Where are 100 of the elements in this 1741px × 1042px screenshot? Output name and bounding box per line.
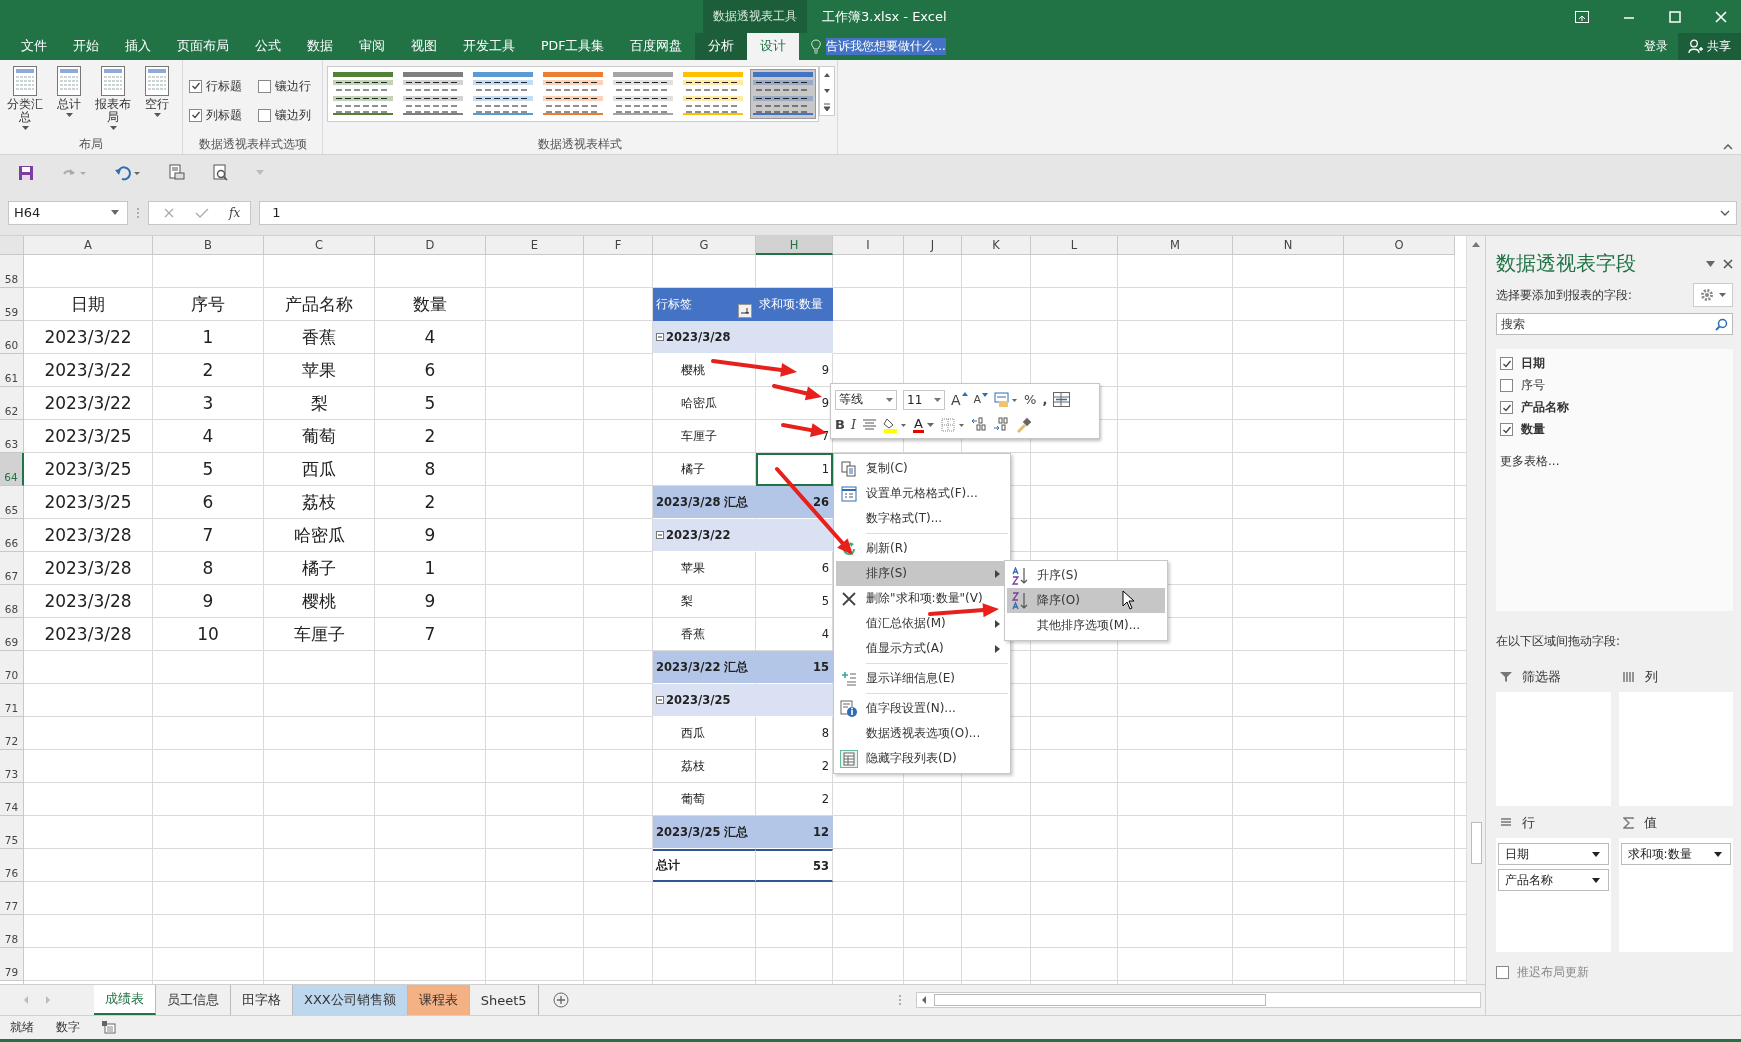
scroll-up-icon[interactable] <box>1471 240 1481 248</box>
column-header[interactable]: C <box>264 236 375 255</box>
close-icon[interactable] <box>1723 258 1733 269</box>
ribbon-button[interactable]: 报表布局 <box>92 64 134 137</box>
tools-button[interactable] <box>1693 283 1733 307</box>
undo-icon[interactable] <box>114 164 142 181</box>
option-checkbox[interactable]: 列标题 <box>189 106 250 124</box>
ribbon-tab[interactable]: 插入 <box>112 33 164 60</box>
ribbon-tab[interactable]: 视图 <box>398 33 450 60</box>
menu-item[interactable]: 刷新(R) <box>836 536 1008 561</box>
row-header[interactable]: 65 <box>0 486 24 519</box>
column-header[interactable]: E <box>486 236 584 255</box>
sheet-tab[interactable]: 课程表 <box>407 985 470 1015</box>
share-button[interactable]: 共享 <box>1678 33 1741 60</box>
row-header[interactable]: 78 <box>0 915 24 948</box>
row-header[interactable]: 66 <box>0 519 24 552</box>
filter-dropdown-icon[interactable] <box>738 304 752 318</box>
scroll-left-icon[interactable] <box>920 995 928 1005</box>
row-header[interactable]: 77 <box>0 882 24 915</box>
row-header[interactable]: 62 <box>0 387 24 420</box>
collapse-icon[interactable] <box>656 531 664 539</box>
ribbon-tab[interactable]: 数据 <box>294 33 346 60</box>
name-box[interactable]: H64 <box>8 200 128 225</box>
column-header[interactable]: H <box>756 236 833 255</box>
enter-check-icon[interactable] <box>195 206 209 219</box>
field-checkbox[interactable]: 序号 <box>1500 377 1729 394</box>
center-align-icon[interactable] <box>862 418 878 431</box>
style-swatch[interactable] <box>750 69 816 119</box>
row-header[interactable]: 71 <box>0 684 24 717</box>
ribbon-button[interactable]: 空行 <box>136 64 178 137</box>
font-size-field[interactable]: 11 <box>903 389 945 410</box>
maximize-icon[interactable] <box>1669 10 1681 23</box>
menu-item[interactable]: 降序(O) <box>1007 588 1165 613</box>
column-header[interactable]: M <box>1118 236 1233 255</box>
sheet-tab[interactable]: 成绩表 <box>94 985 156 1015</box>
menu-item[interactable]: 数字格式(T)... <box>836 506 1008 531</box>
row-header[interactable]: 59 <box>0 288 24 321</box>
increase-font-button[interactable]: A <box>951 391 968 408</box>
column-header[interactable]: O <box>1344 236 1455 255</box>
column-header[interactable]: I <box>833 236 904 255</box>
more-tables-link[interactable]: 更多表格... <box>1500 453 1729 470</box>
row-header[interactable]: 58 <box>0 255 24 288</box>
field-checkbox[interactable]: 日期 <box>1500 355 1729 372</box>
menu-item[interactable]: 删除"求和项:数量"(V) <box>836 586 1008 611</box>
menu-item[interactable]: 数据透视表选项(O)... <box>836 721 1008 746</box>
area-field-dropdown[interactable]: 产品名称 <box>1498 869 1609 891</box>
menu-item[interactable]: 设置单元格格式(F)... <box>836 481 1008 506</box>
magnifier-page-icon[interactable] <box>212 163 230 182</box>
ribbon-tab[interactable]: 文件 <box>8 33 60 60</box>
formula-input[interactable]: 1 <box>259 200 1737 225</box>
row-header[interactable]: 68 <box>0 585 24 618</box>
menu-item[interactable]: 其他排序选项(M)... <box>1007 613 1165 638</box>
ribbon-tab[interactable]: 公式 <box>242 33 294 60</box>
ribbon-tab[interactable]: 分析 <box>695 33 748 60</box>
percent-style-button[interactable]: % <box>1024 392 1037 407</box>
field-checkbox[interactable]: 产品名称 <box>1500 399 1729 416</box>
menu-item[interactable]: 升序(S) <box>1007 563 1165 588</box>
drop-area[interactable]: 日期 产品名称 <box>1496 838 1611 952</box>
menu-item[interactable]: 隐藏字段列表(D) <box>836 746 1008 771</box>
collapse-icon[interactable] <box>656 696 664 704</box>
sign-in-link[interactable]: 登录 <box>1634 33 1678 60</box>
row-header[interactable]: 72 <box>0 717 24 750</box>
ribbon-tab[interactable]: 开始 <box>60 33 112 60</box>
row-header[interactable]: 79 <box>0 948 24 981</box>
pane-options-caret-icon[interactable] <box>1706 260 1715 267</box>
row-header[interactable]: 76 <box>0 849 24 882</box>
area-field-dropdown[interactable]: 求和项:数量 <box>1620 843 1731 865</box>
column-header[interactable]: B <box>153 236 264 255</box>
decrease-decimal-icon[interactable] <box>992 417 1009 432</box>
row-header[interactable]: 64 <box>0 453 24 486</box>
option-checkbox[interactable]: 行标题 <box>189 77 250 95</box>
ribbon-tab[interactable]: 开发工具 <box>450 33 528 60</box>
search-field[interactable]: 搜索 <box>1496 313 1733 335</box>
row-header[interactable]: 67 <box>0 552 24 585</box>
column-header[interactable]: F <box>584 236 653 255</box>
save-icon[interactable] <box>18 164 34 181</box>
row-header[interactable]: 75 <box>0 816 24 849</box>
drop-area[interactable]: 求和项:数量 <box>1618 838 1733 952</box>
row-header[interactable]: 60 <box>0 321 24 354</box>
decrease-font-button[interactable]: A <box>973 393 989 406</box>
menu-item[interactable]: 值汇总依据(M) <box>836 611 1008 636</box>
ribbon-tab[interactable]: 百度网盘 <box>617 33 696 60</box>
ribbon-tab[interactable]: 页面布局 <box>164 33 242 60</box>
fill-color-icon[interactable] <box>883 416 908 433</box>
menu-item[interactable]: 复制(C) <box>836 456 1008 481</box>
ribbon-display-icon[interactable] <box>1575 10 1589 23</box>
collapse-icon[interactable] <box>656 333 664 341</box>
horizontal-scrollbar[interactable] <box>916 992 1481 1008</box>
font-color-button[interactable]: A <box>913 416 935 433</box>
bold-button[interactable]: B <box>835 417 845 432</box>
row-header[interactable]: 73 <box>0 750 24 783</box>
add-sheet-icon[interactable] <box>552 992 569 1008</box>
scrollbar-thumb[interactable] <box>1470 822 1482 864</box>
column-header[interactable]: G <box>653 236 756 255</box>
collapse-ribbon-icon[interactable] <box>1723 143 1733 150</box>
column-header[interactable]: N <box>1233 236 1344 255</box>
vertical-scrollbar[interactable] <box>1466 236 1485 984</box>
row-header[interactable]: 74 <box>0 783 24 816</box>
font-name-field[interactable]: 等线 <box>835 389 897 410</box>
column-header[interactable]: L <box>1031 236 1118 255</box>
